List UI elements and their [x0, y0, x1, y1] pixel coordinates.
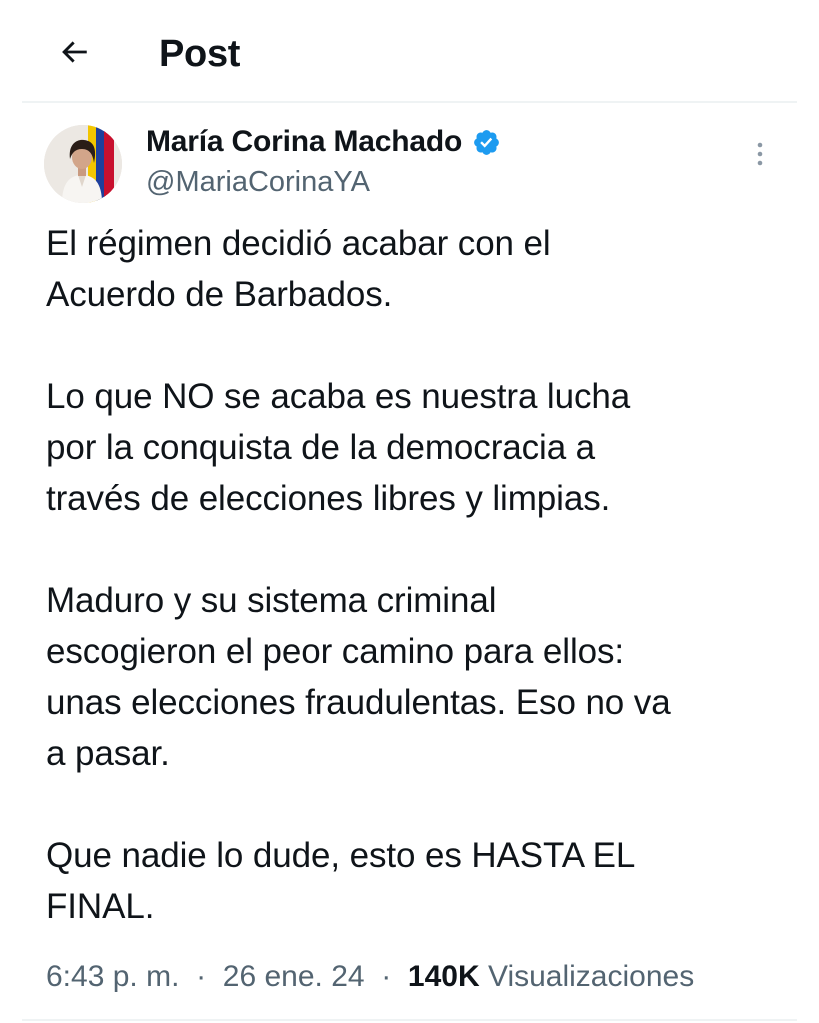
tweet-paragraph: Lo que NO se acaba es nuestra lucha por … — [46, 377, 631, 518]
header-divider — [22, 101, 797, 103]
avatar[interactable] — [44, 125, 122, 203]
avatar-image — [44, 125, 122, 203]
tweet-time[interactable]: 6:43 p. m. — [46, 960, 179, 993]
author-name: María Corina Machado — [146, 125, 463, 158]
back-button[interactable] — [50, 30, 98, 78]
more-vertical-icon — [756, 141, 764, 172]
tweet-paragraph: El régimen decidió acabar con el Acuerdo… — [46, 224, 551, 314]
views-count: 140K — [407, 960, 480, 993]
tweet-paragraph: Que nadie lo dude, esto es HASTA EL FINA… — [46, 836, 636, 926]
tweet-text: El régimen decidió acabar con el Acuerdo… — [46, 218, 786, 932]
author-name-row[interactable]: María Corina Machado — [146, 122, 501, 162]
meta-divider — [22, 1019, 797, 1021]
views-link[interactable]: 140K Visualizaciones — [408, 960, 694, 993]
verified-badge-icon — [472, 128, 501, 157]
meta-separator: · — [372, 960, 400, 993]
meta-separator: · — [187, 960, 215, 993]
views-label: Visualizaciones — [479, 960, 695, 993]
page-title: Post — [159, 33, 241, 75]
top-bar: Post — [0, 0, 819, 102]
tweet-meta: 6:43 p. m. · 26 ene. 24 · 140K Visualiza… — [46, 955, 694, 999]
author-handle[interactable]: @MariaCorinaYA — [146, 164, 370, 200]
tweet-date[interactable]: 26 ene. 24 — [223, 960, 365, 993]
arrow-left-icon — [57, 35, 91, 74]
tweet-paragraph: Maduro y su sistema criminal escogieron … — [46, 581, 671, 773]
more-options-button[interactable] — [742, 138, 778, 174]
